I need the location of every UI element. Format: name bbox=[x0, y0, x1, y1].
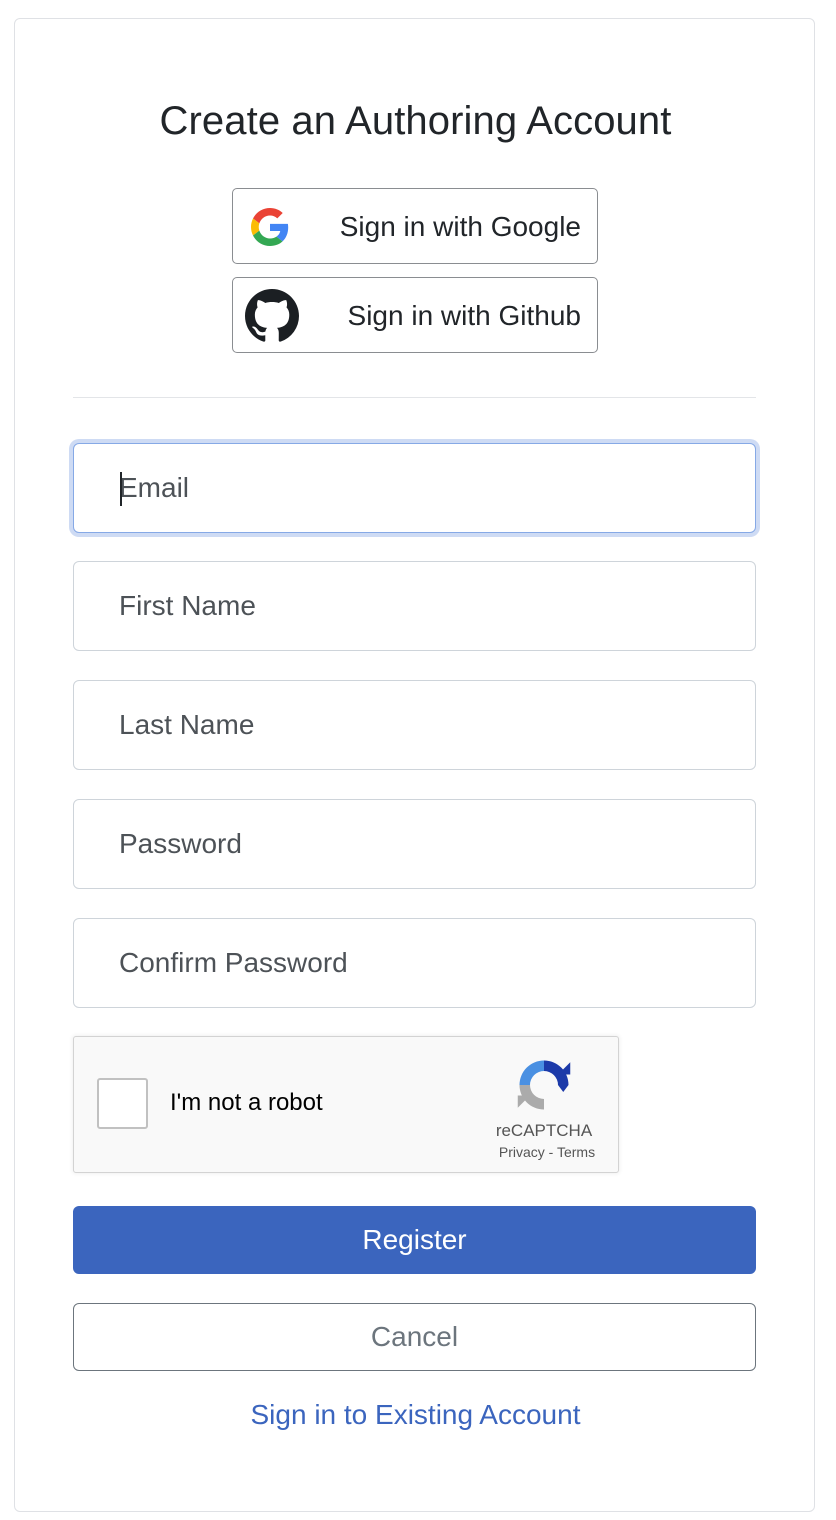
first-name-field-wrapper bbox=[73, 561, 756, 651]
page-title: Create an Authoring Account bbox=[159, 99, 672, 143]
recaptcha-links: Privacy - Terms bbox=[474, 1144, 620, 1160]
github-icon bbox=[245, 289, 299, 342]
confirm-password-field-wrapper bbox=[73, 918, 756, 1008]
register-card: Create an Authoring Account Sign in with… bbox=[14, 18, 815, 1512]
google-signin-button[interactable]: Sign in with Google bbox=[232, 188, 598, 264]
confirm-password-input[interactable] bbox=[74, 919, 755, 1007]
email-field-wrapper bbox=[73, 443, 756, 533]
password-field-wrapper bbox=[73, 799, 756, 889]
recaptcha-checkbox[interactable] bbox=[97, 1078, 148, 1129]
cancel-button[interactable]: Cancel bbox=[73, 1303, 756, 1371]
signin-existing-link[interactable]: Sign in to Existing Account bbox=[15, 1399, 816, 1431]
register-button[interactable]: Register bbox=[73, 1206, 756, 1274]
google-icon bbox=[251, 208, 289, 246]
recaptcha-separator: - bbox=[548, 1144, 554, 1160]
text-caret bbox=[120, 472, 122, 506]
recaptcha-label: I'm not a robot bbox=[170, 1089, 323, 1116]
last-name-input[interactable] bbox=[74, 681, 755, 769]
last-name-field-wrapper bbox=[73, 680, 756, 770]
github-signin-button[interactable]: Sign in with Github bbox=[232, 277, 598, 353]
recaptcha-terms-link[interactable]: Terms bbox=[557, 1144, 595, 1160]
email-input[interactable] bbox=[74, 444, 755, 532]
google-signin-label: Sign in with Google bbox=[339, 211, 581, 242]
recaptcha-privacy-link[interactable]: Privacy bbox=[499, 1144, 545, 1160]
recaptcha-logo-icon bbox=[517, 1060, 571, 1110]
github-signin-label: Sign in with Github bbox=[347, 300, 581, 331]
recaptcha-widget: I'm not a robot reCAPTCHA Privacy - Term… bbox=[73, 1036, 619, 1173]
recaptcha-brand: reCAPTCHA bbox=[495, 1121, 593, 1140]
divider bbox=[73, 397, 756, 398]
first-name-input[interactable] bbox=[74, 562, 755, 650]
password-input[interactable] bbox=[74, 800, 755, 888]
